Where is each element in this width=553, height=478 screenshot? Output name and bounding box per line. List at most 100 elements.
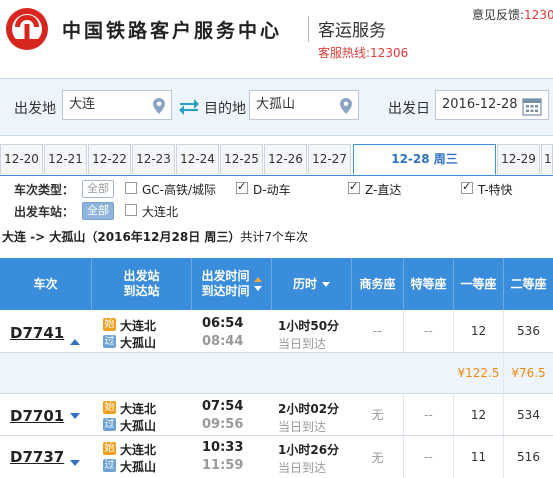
second-class-price-cell: ¥76.5: [504, 353, 553, 393]
header-first-class: 一等座: [454, 258, 504, 310]
table-row: D7741 始 大连北 过 大孤山 06:54 08:44 1小时50分 当日到…: [0, 310, 553, 353]
arrive-note: 当日到达: [278, 461, 327, 475]
special-seat-cell: --: [404, 436, 454, 478]
arrive-time: 09:56: [202, 417, 244, 432]
train-count: 共计7个车次: [240, 230, 309, 244]
filter-checkbox-d[interactable]: [236, 180, 248, 194]
seat-count: 12: [470, 407, 487, 422]
train-type-all-chip[interactable]: 全部: [82, 180, 114, 198]
to-station-input[interactable]: 大孤山: [249, 90, 359, 120]
sort-down-icon[interactable]: [253, 286, 262, 291]
date-tab[interactable]: 12-23: [132, 144, 175, 174]
date-tab[interactable]: 12-21: [44, 144, 87, 174]
from-station: 大连北: [120, 443, 157, 457]
date-tab[interactable]: 12-27: [308, 144, 351, 174]
site-header: 中国铁路客户服务中心 客运服务 客服热线:12306 意见反馈:1230: [0, 0, 553, 60]
collapse-icon[interactable]: [70, 339, 80, 345]
feedback-link[interactable]: 意见反馈:1230: [472, 6, 553, 23]
page: 中国铁路客户服务中心 客运服务 客服热线:12306 意见反馈:1230 出发地…: [0, 0, 553, 478]
filter-label-d: D-动车: [253, 183, 291, 197]
table-row: D7701 始 大连北 过 大孤山 07:54 09:56 2小时02分 当日到…: [0, 394, 553, 436]
header-times[interactable]: 出发时间 到达时间: [192, 258, 272, 310]
calendar-icon[interactable]: [522, 96, 542, 116]
date-tab[interactable]: 12-: [541, 144, 553, 174]
seat-count: 534: [517, 407, 540, 422]
pass-tag: 过: [103, 335, 116, 348]
origin-tag: 始: [103, 442, 116, 455]
filter-label-z: Z-直达: [365, 183, 402, 197]
to-station: 大孤山: [120, 460, 157, 474]
site-title: 中国铁路客户服务中心: [62, 20, 283, 42]
from-station: 大连北: [120, 402, 157, 416]
price: ¥122.5: [457, 366, 500, 380]
depart-time: 10:33: [202, 440, 244, 455]
route-summary: 大连 -> 大孤山（2016年12月28日 周三）共计7个车次: [2, 228, 308, 245]
first-class-cell: 12: [454, 394, 504, 435]
duration: 1小时50分: [278, 319, 340, 333]
from-station-input[interactable]: 大连: [62, 90, 172, 120]
date-tab[interactable]: 12-24: [176, 144, 219, 174]
station-all-chip[interactable]: 全部: [82, 202, 114, 220]
date-tab[interactable]: 12-25: [220, 144, 263, 174]
special-seat-cell: --: [404, 310, 454, 352]
seat-count: 12: [470, 324, 487, 338]
special-seat-cell: --: [404, 394, 454, 435]
price-row: ¥122.5 ¥76.5: [0, 353, 553, 394]
date-tab[interactable]: 12-29: [497, 144, 540, 174]
from-station-value: 大连: [69, 97, 96, 112]
pass-tag: 过: [103, 418, 116, 431]
expand-icon[interactable]: [70, 460, 80, 466]
filter-label-gc: GC-高铁/城际: [142, 183, 217, 197]
duration: 1小时26分: [278, 443, 340, 457]
date-tab-active[interactable]: 12-28 周三: [353, 144, 496, 175]
header-duration[interactable]: 历时: [272, 258, 352, 310]
seat-count: --: [373, 324, 382, 338]
expand-icon[interactable]: [70, 413, 80, 419]
date-tab[interactable]: 12-20: [0, 144, 43, 174]
railway-logo-icon: [6, 8, 48, 50]
date-tabs: 12-20 12-21 12-22 12-23 12-24 12-25 12-2…: [0, 144, 553, 176]
table-row: D7737 始 大连北 过 大孤山 10:33 11:59 1小时26分 当日到…: [0, 436, 553, 478]
sort-down-icon[interactable]: [322, 281, 330, 287]
station-filter-label: 出发车站：: [14, 205, 75, 219]
date-tab[interactable]: 12-22: [88, 144, 131, 174]
seat-count: 516: [517, 450, 540, 464]
first-class-cell: 11: [454, 436, 504, 478]
seat-count: 无: [371, 450, 384, 465]
filter-checkbox-t[interactable]: [461, 180, 473, 194]
second-class-cell: 516: [504, 436, 553, 478]
filter-label-t: T-特快: [478, 183, 513, 197]
filter-label-station: 大连北: [142, 205, 179, 219]
date-label: 出发日: [388, 101, 430, 117]
seat-count: --: [424, 450, 433, 464]
map-pin-icon[interactable]: [340, 98, 352, 114]
to-station: 大孤山: [120, 419, 157, 433]
from-label: 出发地: [14, 101, 56, 117]
filter-checkbox-z[interactable]: [348, 180, 360, 194]
first-class-price-cell: ¥122.5: [454, 353, 504, 393]
train-number-link[interactable]: D7737: [10, 448, 64, 466]
header-business-seat: 商务座: [352, 258, 404, 310]
train-number-link[interactable]: D7741: [10, 324, 64, 342]
depart-time: 06:54: [202, 316, 244, 331]
sort-up-icon[interactable]: [253, 277, 262, 282]
from-station: 大连北: [120, 319, 157, 333]
map-pin-icon[interactable]: [153, 98, 165, 114]
header-arrive-time: 到达时间: [201, 284, 250, 298]
date-tab[interactable]: 12-26: [264, 144, 307, 174]
date-value: 2016-12-28: [442, 97, 518, 112]
filter-checkbox-station[interactable]: [125, 204, 137, 216]
arrive-note: 当日到达: [278, 337, 327, 351]
business-seat-cell: 无: [352, 436, 404, 478]
header-station-from: 出发站: [123, 269, 160, 283]
seat-count: 536: [517, 324, 540, 338]
filter-checkbox-gc[interactable]: [125, 182, 137, 194]
arrive-time: 11:59: [202, 458, 244, 473]
arrive-note: 当日到达: [278, 420, 327, 434]
swap-stations-icon[interactable]: [178, 97, 200, 115]
origin-tag: 始: [103, 318, 116, 331]
train-number-link[interactable]: D7701: [10, 407, 64, 425]
arrive-time: 08:44: [202, 334, 244, 349]
to-label: 目的地: [204, 101, 246, 117]
header-special-seat: 特等座: [404, 258, 454, 310]
